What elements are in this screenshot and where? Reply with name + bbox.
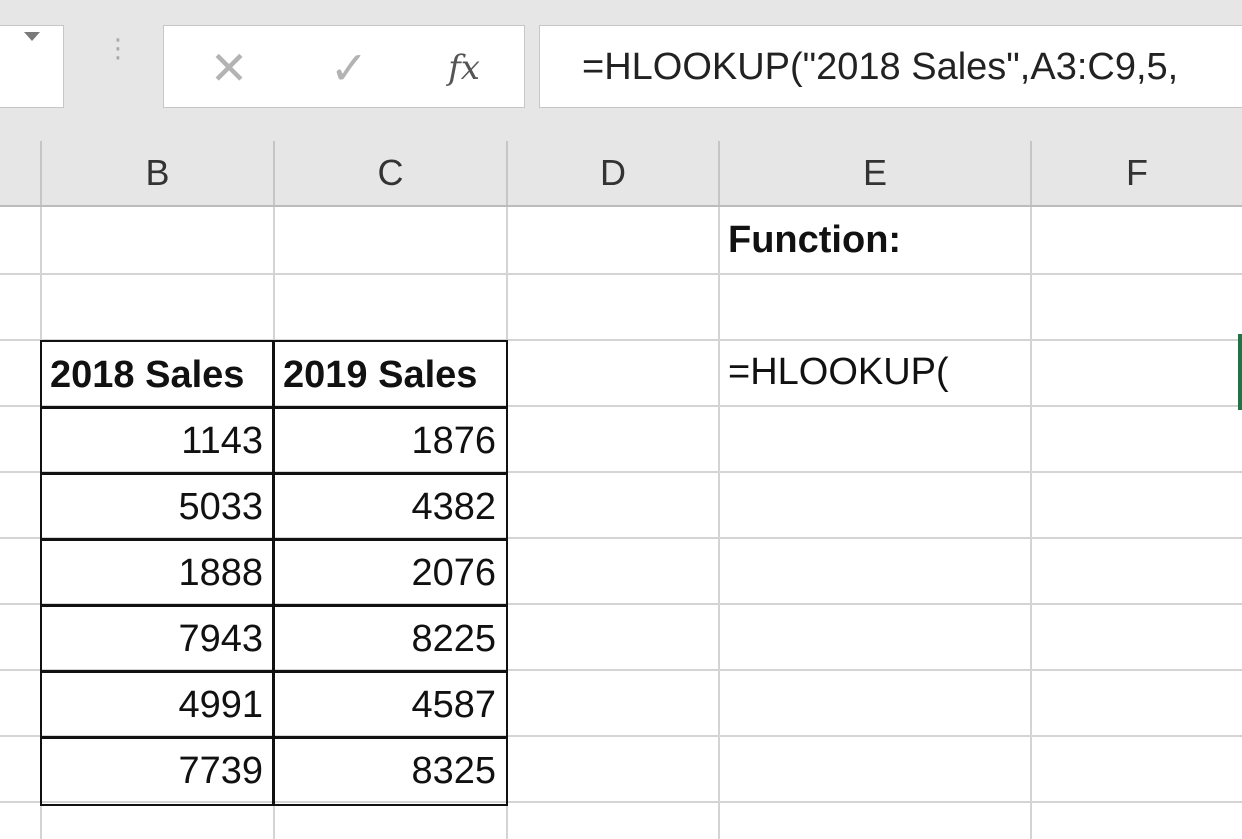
cell-c3[interactable]: 2019 Sales — [275, 342, 506, 408]
column-header-d[interactable]: D — [508, 141, 720, 205]
table-border — [40, 406, 508, 409]
cell-c5[interactable]: 4382 — [275, 474, 506, 540]
cell-c4[interactable]: 1876 — [275, 408, 506, 474]
cell-b3[interactable]: 2018 Sales — [42, 342, 273, 408]
cell-b9[interactable]: 7739 — [42, 738, 273, 804]
cell-e1[interactable]: Function: — [728, 207, 1028, 273]
column-header-a-partial[interactable] — [0, 141, 42, 205]
table-border — [40, 736, 508, 739]
column-header-f[interactable]: F — [1032, 141, 1242, 205]
gridline — [0, 273, 1242, 275]
cell-grid[interactable]: Function: =HLOOKUP( 2018 Sales 2019 Sale… — [0, 207, 1242, 839]
fx-icon[interactable]: fx — [424, 26, 504, 109]
table-border — [40, 472, 508, 475]
table-border — [40, 538, 508, 541]
gridline — [718, 207, 720, 839]
column-header-b[interactable]: B — [42, 141, 275, 205]
column-header-e[interactable]: E — [720, 141, 1032, 205]
formula-input[interactable]: =HLOOKUP("2018 Sales",A3:C9,5, — [539, 25, 1242, 108]
cell-b6[interactable]: 1888 — [42, 540, 273, 606]
chevron-down-icon[interactable] — [24, 32, 40, 41]
table-border — [40, 604, 508, 607]
cell-c7[interactable]: 8225 — [275, 606, 506, 672]
cell-b8[interactable]: 4991 — [42, 672, 273, 738]
formula-buttons: ✕ ✓ fx — [163, 25, 525, 108]
column-header-row: B C D E F — [0, 141, 1242, 207]
cell-b7[interactable]: 7943 — [42, 606, 273, 672]
close-icon[interactable]: ✕ — [194, 26, 264, 109]
column-header-c[interactable]: C — [275, 141, 508, 205]
resize-grip-icon[interactable]: ⋮ — [105, 35, 131, 90]
cell-c6[interactable]: 2076 — [275, 540, 506, 606]
cell-c9[interactable]: 8325 — [275, 738, 506, 804]
gridline — [0, 339, 1242, 341]
cell-b4[interactable]: 1143 — [42, 408, 273, 474]
active-cell-border — [1238, 334, 1242, 410]
gridline — [1030, 207, 1032, 839]
cell-c8[interactable]: 4587 — [275, 672, 506, 738]
cell-e3[interactable]: =HLOOKUP( — [728, 339, 1028, 405]
cell-b5[interactable]: 5033 — [42, 474, 273, 540]
gridline — [506, 207, 508, 839]
table-border — [40, 670, 508, 673]
check-icon[interactable]: ✓ — [314, 26, 384, 109]
formula-bar: ⋮ ✕ ✓ fx =HLOOKUP("2018 Sales",A3:C9,5, — [0, 0, 1242, 141]
